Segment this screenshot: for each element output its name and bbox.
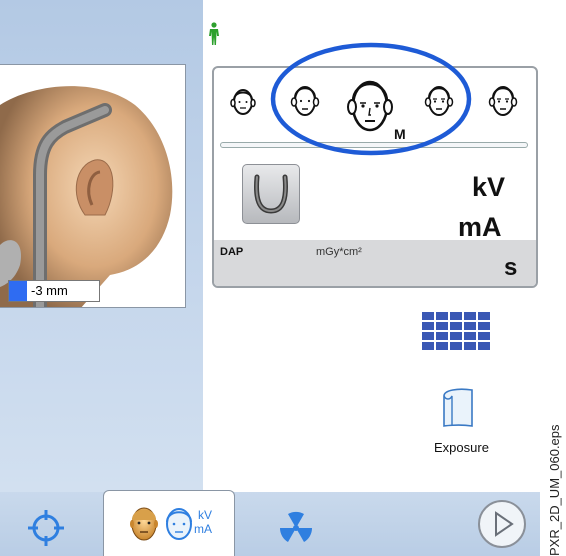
time-unit: s bbox=[504, 254, 518, 281]
grid-icon[interactable] bbox=[422, 312, 492, 354]
radiation-icon[interactable] bbox=[274, 508, 318, 548]
dap-row: DAP mGy*cm² s bbox=[214, 240, 536, 286]
figure-id-label: PXR_2D_UM_060.eps bbox=[540, 398, 566, 556]
positioning-target-icon[interactable] bbox=[24, 508, 68, 548]
offset-value: -3 mm bbox=[31, 283, 68, 298]
tab-ma-label: mA bbox=[194, 522, 212, 536]
exposure-label: Exposure bbox=[434, 440, 489, 455]
child-face-icon[interactable] bbox=[230, 86, 256, 118]
figure-id-text: PXR_2D_UM_060.eps bbox=[547, 424, 562, 556]
dap-unit: mGy*cm² bbox=[316, 246, 362, 258]
xlarge-face-icon[interactable] bbox=[488, 82, 518, 120]
selection-highlight-ellipse bbox=[270, 42, 472, 156]
patient-outline-icon bbox=[166, 508, 192, 540]
exposure-icon bbox=[443, 388, 473, 427]
exposure-button[interactable]: Exposure bbox=[424, 386, 504, 462]
head-profile-image bbox=[0, 86, 173, 307]
tab-kv-label: kV bbox=[198, 508, 213, 522]
kv-label: kV bbox=[472, 172, 506, 202]
offset-indicator bbox=[9, 281, 27, 301]
offset-readout[interactable]: -3 mm bbox=[8, 280, 100, 302]
bottom-toolbar bbox=[0, 492, 540, 556]
ma-label: mA bbox=[458, 212, 502, 242]
patient-head-icon bbox=[130, 507, 158, 541]
head-positioning-view bbox=[0, 64, 186, 308]
standing-person-icon bbox=[209, 22, 219, 45]
dap-label: DAP bbox=[220, 246, 244, 258]
play-button[interactable] bbox=[476, 498, 528, 550]
bite-block-icon bbox=[254, 174, 288, 214]
bite-block-button[interactable] bbox=[242, 164, 300, 224]
